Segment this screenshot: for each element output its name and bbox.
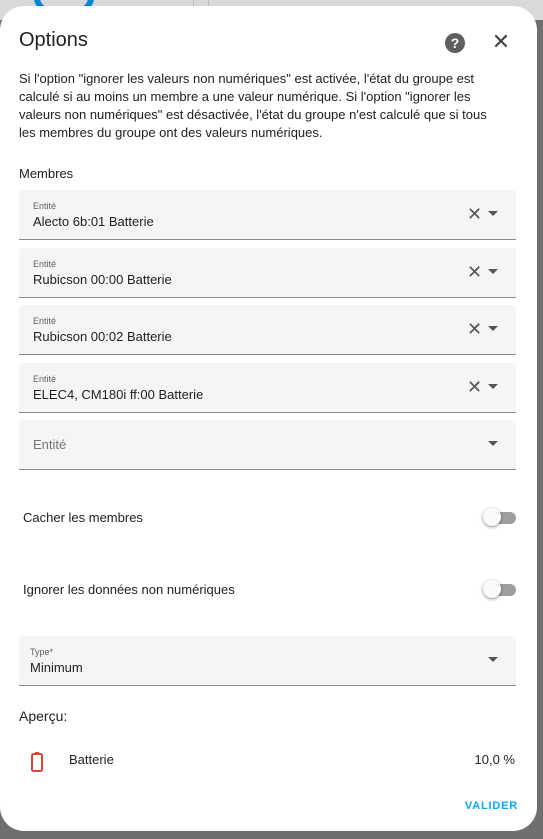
member-entity-field[interactable]: Entité Alecto 6b:01 Batterie ✕ <box>19 190 516 240</box>
field-value: Rubicson 00:02 Batterie <box>33 329 172 344</box>
chevron-down-icon[interactable] <box>488 657 498 662</box>
type-select[interactable]: Type* Minimum <box>19 636 516 686</box>
chevron-down-icon[interactable] <box>488 269 498 274</box>
field-value: ELEC4, CM180i ff:00 Batterie <box>33 387 204 402</box>
field-label: Entité <box>33 316 57 326</box>
dialog-title: Options <box>19 29 88 51</box>
chevron-down-icon[interactable] <box>488 211 498 216</box>
toggle-thumb <box>483 508 501 526</box>
field-value: Alecto 6b:01 Batterie <box>33 214 154 229</box>
clear-icon[interactable]: ✕ <box>467 204 482 225</box>
toggle-thumb <box>483 580 501 598</box>
ignore-non-numeric-label: Ignorer les données non numériques <box>23 582 235 597</box>
field-value: Rubicson 00:00 Batterie <box>33 272 172 287</box>
help-icon[interactable]: ? <box>445 33 465 53</box>
field-label: Entité <box>33 201 57 211</box>
member-entity-field[interactable]: Entité Rubicson 00:02 Batterie ✕ <box>19 305 516 355</box>
chevron-down-icon[interactable] <box>488 326 498 331</box>
chevron-down-icon[interactable] <box>488 384 498 389</box>
clear-icon[interactable]: ✕ <box>467 319 482 340</box>
dialog-description: Si l'option "ignorer les valeurs non num… <box>19 71 487 140</box>
clear-icon[interactable]: ✕ <box>467 262 482 283</box>
options-dialog: Options ? ✕ Si l'option "ignorer les val… <box>0 6 537 831</box>
field-value: Minimum <box>30 660 83 675</box>
field-label: Entité <box>33 259 57 269</box>
clear-icon[interactable]: ✕ <box>467 377 482 398</box>
member-entity-field[interactable]: Entité Rubicson 00:00 Batterie ✕ <box>19 248 516 298</box>
validate-button[interactable]: VALIDER <box>458 800 518 812</box>
preview-entity-value: 10,0 % <box>474 752 515 767</box>
close-icon[interactable]: ✕ <box>490 31 512 53</box>
preview-entity-name[interactable]: Batterie <box>69 752 114 767</box>
members-label: Membres <box>19 166 74 181</box>
chevron-down-icon[interactable] <box>488 441 498 446</box>
member-entity-field[interactable]: Entité ELEC4, CM180i ff:00 Batterie ✕ <box>19 363 516 413</box>
field-placeholder: Entité <box>33 437 67 452</box>
ignore-non-numeric-toggle[interactable] <box>483 580 516 598</box>
field-label: Entité <box>33 374 57 384</box>
hide-members-label: Cacher les membres <box>23 510 143 525</box>
add-member-entity-field[interactable]: Entité <box>19 420 516 470</box>
field-label: Type* <box>30 647 54 657</box>
hide-members-toggle[interactable] <box>483 508 516 526</box>
battery-alert-icon <box>31 752 43 772</box>
preview-label: Aperçu: <box>19 708 68 724</box>
